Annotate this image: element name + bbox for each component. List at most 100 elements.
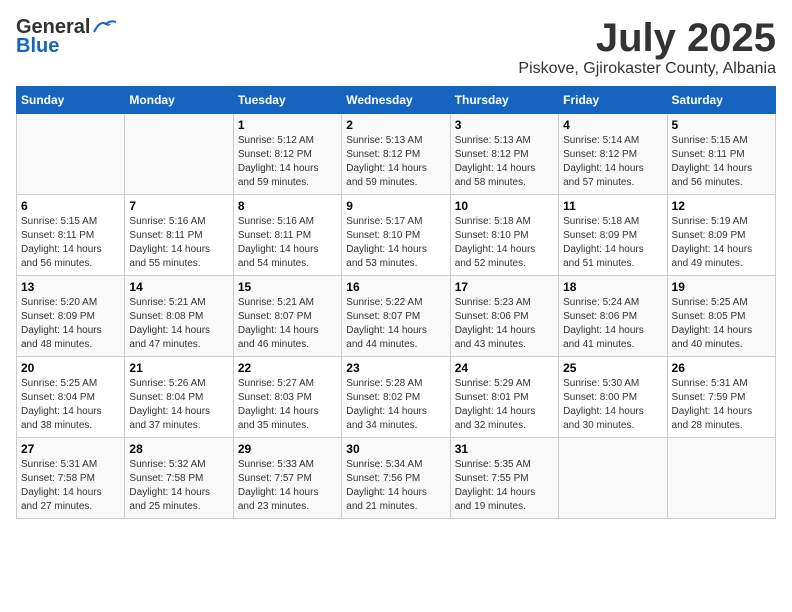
day-info: Sunrise: 5:22 AMSunset: 8:07 PMDaylight:… <box>346 296 445 352</box>
day-number: 14 <box>129 280 228 294</box>
day-info: Sunrise: 5:13 AMSunset: 8:12 PMDaylight:… <box>346 134 445 190</box>
col-sunday: Sunday <box>17 87 125 114</box>
calendar-cell: 28Sunrise: 5:32 AMSunset: 7:58 PMDayligh… <box>125 438 233 519</box>
day-info: Sunrise: 5:19 AMSunset: 8:09 PMDaylight:… <box>672 215 771 271</box>
calendar-cell: 22 Sunrise: 5:27 AMSunset: 8:03 PMDayligh… <box>233 357 341 438</box>
day-number: 11 <box>563 199 662 213</box>
calendar-header-row: Sunday Monday Tuesday Wednesday Thursday… <box>17 87 776 114</box>
day-number: 13 <box>21 280 120 294</box>
day-number: 23 <box>346 361 445 375</box>
calendar-cell: 24 Sunrise: 5:29 AMSunset: 8:01 PMDayligh… <box>450 357 558 438</box>
day-number: 7 <box>129 199 228 213</box>
day-number: 6 <box>21 199 120 213</box>
calendar-cell: 17Sunrise: 5:23 AMSunset: 8:06 PMDayligh… <box>450 276 558 357</box>
calendar-cell <box>125 114 233 195</box>
day-info: Sunrise: 5:15 AMSunset: 8:11 PMDaylight:… <box>672 134 771 190</box>
calendar-cell: 19Sunrise: 5:25 AMSunset: 8:05 PMDayligh… <box>667 276 775 357</box>
calendar-cell: 25 Sunrise: 5:30 AMSunset: 8:00 PMDayligh… <box>559 357 667 438</box>
col-thursday: Thursday <box>450 87 558 114</box>
logo-blue: Blue <box>16 35 59 58</box>
calendar-cell: 8Sunrise: 5:16 AMSunset: 8:11 PMDaylight… <box>233 195 341 276</box>
day-info: Sunrise: 5:25 AMSunset: 8:05 PMDaylight:… <box>672 296 771 352</box>
day-number: 12 <box>672 199 771 213</box>
day-info: Sunrise: 5:15 AMSunset: 8:11 PMDaylight:… <box>21 215 120 271</box>
calendar-cell: 4 Sunrise: 5:14 AMSunset: 8:12 PMDaylight… <box>559 114 667 195</box>
day-number: 20 <box>21 361 120 375</box>
day-number: 18 <box>563 280 662 294</box>
col-friday: Friday <box>559 87 667 114</box>
col-saturday: Saturday <box>667 87 775 114</box>
day-info: Sunrise: 5:34 AMSunset: 7:56 PMDaylight:… <box>346 458 445 514</box>
month-title: July 2025 <box>518 16 776 60</box>
day-info: Sunrise: 5:20 AMSunset: 8:09 PMDaylight:… <box>21 296 120 352</box>
day-info: Sunrise: 5:26 AMSunset: 8:04 PMDaylight:… <box>129 377 228 433</box>
calendar-cell: 2 Sunrise: 5:13 AMSunset: 8:12 PMDaylight… <box>342 114 450 195</box>
calendar-week-row: 27 Sunrise: 5:31 AMSunset: 7:58 PMDayligh… <box>17 438 776 519</box>
day-number: 16 <box>346 280 445 294</box>
calendar-cell: 21 Sunrise: 5:26 AMSunset: 8:04 PMDayligh… <box>125 357 233 438</box>
day-number: 30 <box>346 442 445 456</box>
calendar-cell: 3 Sunrise: 5:13 AMSunset: 8:12 PMDaylight… <box>450 114 558 195</box>
day-info: Sunrise: 5:12 AMSunset: 8:12 PMDaylight:… <box>238 134 337 190</box>
day-info: Sunrise: 5:18 AMSunset: 8:10 PMDaylight:… <box>455 215 554 271</box>
day-info: Sunrise: 5:31 AMSunset: 7:59 PMDaylight:… <box>672 377 771 433</box>
calendar-cell: 18 Sunrise: 5:24 AMSunset: 8:06 PMDayligh… <box>559 276 667 357</box>
calendar-cell: 14 Sunrise: 5:21 AMSunset: 8:08 PMDayligh… <box>125 276 233 357</box>
calendar-cell: 23 Sunrise: 5:28 AMSunset: 8:02 PMDayligh… <box>342 357 450 438</box>
day-number: 4 <box>563 118 662 132</box>
calendar-cell: 10 Sunrise: 5:18 AMSunset: 8:10 PMDayligh… <box>450 195 558 276</box>
calendar-week-row: 20Sunrise: 5:25 AMSunset: 8:04 PMDayligh… <box>17 357 776 438</box>
calendar-cell: 13 Sunrise: 5:20 AMSunset: 8:09 PMDayligh… <box>17 276 125 357</box>
calendar-week-row: 1 Sunrise: 5:12 AMSunset: 8:12 PMDaylight… <box>17 114 776 195</box>
calendar-cell: 26 Sunrise: 5:31 AMSunset: 7:59 PMDayligh… <box>667 357 775 438</box>
day-number: 27 <box>21 442 120 456</box>
calendar-cell: 12 Sunrise: 5:19 AMSunset: 8:09 PMDayligh… <box>667 195 775 276</box>
day-info: Sunrise: 5:28 AMSunset: 8:02 PMDaylight:… <box>346 377 445 433</box>
day-number: 9 <box>346 199 445 213</box>
title-section: July 2025 Piskove, Gjirokaster County, A… <box>518 16 776 78</box>
day-number: 22 <box>238 361 337 375</box>
day-info: Sunrise: 5:21 AMSunset: 8:08 PMDaylight:… <box>129 296 228 352</box>
day-info: Sunrise: 5:29 AMSunset: 8:01 PMDaylight:… <box>455 377 554 433</box>
calendar-table: Sunday Monday Tuesday Wednesday Thursday… <box>16 86 776 519</box>
day-number: 2 <box>346 118 445 132</box>
calendar-cell: 6 Sunrise: 5:15 AMSunset: 8:11 PMDaylight… <box>17 195 125 276</box>
day-number: 15 <box>238 280 337 294</box>
day-number: 25 <box>563 361 662 375</box>
calendar-cell: 31 Sunrise: 5:35 AMSunset: 7:55 PMDayligh… <box>450 438 558 519</box>
calendar-cell: 20Sunrise: 5:25 AMSunset: 8:04 PMDayligh… <box>17 357 125 438</box>
location-title: Piskove, Gjirokaster County, Albania <box>518 60 776 78</box>
calendar-cell: 7 Sunrise: 5:16 AMSunset: 8:11 PMDaylight… <box>125 195 233 276</box>
day-info: Sunrise: 5:18 AMSunset: 8:09 PMDaylight:… <box>563 215 662 271</box>
calendar-cell: 30 Sunrise: 5:34 AMSunset: 7:56 PMDayligh… <box>342 438 450 519</box>
calendar-week-row: 13 Sunrise: 5:20 AMSunset: 8:09 PMDayligh… <box>17 276 776 357</box>
day-info: Sunrise: 5:27 AMSunset: 8:03 PMDaylight:… <box>238 377 337 433</box>
day-number: 1 <box>238 118 337 132</box>
calendar-week-row: 6 Sunrise: 5:15 AMSunset: 8:11 PMDaylight… <box>17 195 776 276</box>
day-number: 3 <box>455 118 554 132</box>
day-info: Sunrise: 5:24 AMSunset: 8:06 PMDaylight:… <box>563 296 662 352</box>
calendar-cell <box>667 438 775 519</box>
day-info: Sunrise: 5:33 AMSunset: 7:57 PMDaylight:… <box>238 458 337 514</box>
calendar-cell <box>17 114 125 195</box>
day-info: Sunrise: 5:16 AMSunset: 8:11 PMDaylight:… <box>238 215 337 271</box>
day-info: Sunrise: 5:32 AMSunset: 7:58 PMDaylight:… <box>129 458 228 514</box>
day-info: Sunrise: 5:14 AMSunset: 8:12 PMDaylight:… <box>563 134 662 190</box>
day-info: Sunrise: 5:31 AMSunset: 7:58 PMDaylight:… <box>21 458 120 514</box>
col-wednesday: Wednesday <box>342 87 450 114</box>
day-info: Sunrise: 5:30 AMSunset: 8:00 PMDaylight:… <box>563 377 662 433</box>
calendar-cell: 11 Sunrise: 5:18 AMSunset: 8:09 PMDayligh… <box>559 195 667 276</box>
day-number: 24 <box>455 361 554 375</box>
day-number: 26 <box>672 361 771 375</box>
calendar-cell: 16 Sunrise: 5:22 AMSunset: 8:07 PMDayligh… <box>342 276 450 357</box>
calendar-cell: 9 Sunrise: 5:17 AMSunset: 8:10 PMDaylight… <box>342 195 450 276</box>
day-info: Sunrise: 5:17 AMSunset: 8:10 PMDaylight:… <box>346 215 445 271</box>
col-tuesday: Tuesday <box>233 87 341 114</box>
day-info: Sunrise: 5:13 AMSunset: 8:12 PMDaylight:… <box>455 134 554 190</box>
day-info: Sunrise: 5:35 AMSunset: 7:55 PMDaylight:… <box>455 458 554 514</box>
day-number: 31 <box>455 442 554 456</box>
day-number: 10 <box>455 199 554 213</box>
day-number: 29 <box>238 442 337 456</box>
day-number: 21 <box>129 361 228 375</box>
day-info: Sunrise: 5:16 AMSunset: 8:11 PMDaylight:… <box>129 215 228 271</box>
